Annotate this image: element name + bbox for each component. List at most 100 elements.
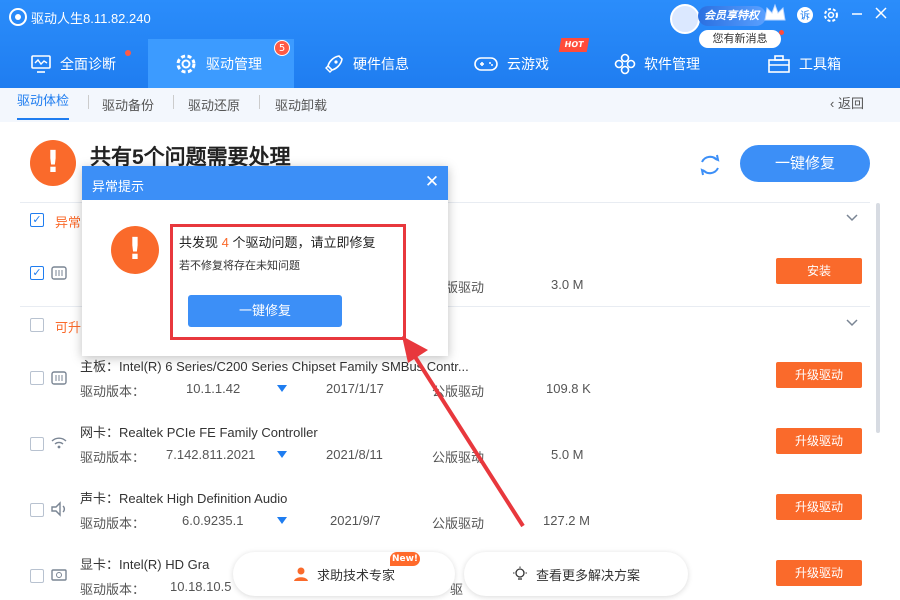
gpu-icon	[51, 569, 67, 581]
avatar-icon[interactable]	[670, 4, 700, 34]
divider	[88, 95, 89, 109]
gamepad-icon	[474, 56, 498, 71]
tab-label: 云游戏	[507, 55, 549, 72]
refresh-icon[interactable]	[695, 150, 725, 180]
device-prefix: 网卡：	[80, 425, 120, 440]
install-button[interactable]: 安装	[776, 258, 862, 284]
row-checkbox[interactable]	[30, 569, 44, 583]
tab-label: 软件管理	[644, 55, 700, 72]
divider	[173, 95, 174, 109]
rocket-icon	[325, 54, 343, 73]
version-label: 驱动版本：	[80, 450, 146, 465]
close-icon[interactable]	[870, 5, 892, 27]
version-label: 驱动版本：	[80, 516, 146, 531]
divider	[259, 95, 260, 109]
row-checkbox[interactable]: ✓	[30, 266, 44, 280]
upgrade-button[interactable]: 升级驱动	[776, 362, 862, 388]
svg-text:诉: 诉	[800, 9, 810, 22]
tab-label: 驱动管理	[206, 55, 262, 72]
speaker-icon	[51, 501, 65, 517]
gear-icon	[176, 54, 196, 73]
pointer-arrow-icon	[402, 336, 525, 528]
lightbulb-icon	[512, 566, 527, 580]
toolbox-icon	[768, 54, 790, 73]
section-checkbox[interactable]	[30, 318, 44, 332]
device-model: Realtek High Definition Audio	[119, 491, 288, 506]
chip-icon	[51, 266, 67, 280]
highlight-box	[170, 224, 406, 340]
expert-help-button[interactable]: 求助技术专家	[233, 552, 455, 596]
driver-date: 2017/1/17	[326, 381, 384, 396]
section-checkbox[interactable]: ✓	[30, 213, 44, 227]
scrollbar[interactable]	[876, 203, 880, 433]
device-prefix: 显卡：	[80, 557, 120, 572]
app-logo-icon	[9, 8, 27, 26]
tab-label: 全面诊断	[60, 55, 116, 72]
device-name: 网卡：Realtek PCIe FE Family Controller	[80, 422, 318, 441]
new-tag: New!	[390, 552, 420, 566]
version-dropdown-icon[interactable]	[277, 451, 287, 458]
version-dropdown-icon[interactable]	[277, 385, 287, 392]
upgrade-button[interactable]: 升级驱动	[776, 494, 862, 520]
wifi-icon	[51, 437, 67, 449]
tab-cloud-game[interactable]: 云游戏	[473, 39, 573, 88]
row-checkbox[interactable]	[30, 371, 44, 385]
app-title: 驱动人生8.11.82.240	[31, 11, 151, 26]
device-name: 声卡：Realtek High Definition Audio	[80, 488, 287, 507]
back-button[interactable]: ‹ 返回	[830, 93, 864, 112]
close-icon[interactable]: ✕	[422, 172, 442, 192]
back-label: 返回	[837, 96, 864, 111]
tab-hardware[interactable]: 硬件信息	[323, 39, 433, 88]
tab-label: 硬件信息	[353, 55, 409, 72]
section-title-upgradable: 可升	[55, 320, 82, 335]
apps-icon	[614, 53, 636, 74]
chevron-down-icon[interactable]	[845, 318, 859, 328]
count-badge: 5	[274, 40, 290, 56]
driver-version: 10.18.10.5	[170, 579, 232, 594]
crown-icon	[764, 3, 786, 21]
tab-diagnose[interactable]: 全面诊断	[30, 39, 148, 88]
sub-nav: 驱动体检 驱动备份 驱动还原 驱动卸载 ‹ 返回	[0, 88, 900, 122]
alert-icon: !	[111, 226, 159, 274]
subtab-check[interactable]: 驱动体检	[17, 90, 70, 120]
device-prefix: 声卡：	[80, 491, 120, 506]
driver-size: 3.0 M	[551, 277, 584, 292]
driver-size: 127.2 M	[543, 513, 590, 528]
grade-icon[interactable]: 诉	[794, 5, 816, 27]
more-solutions-label: 查看更多解决方案	[535, 567, 640, 583]
mainboard-icon	[51, 371, 67, 385]
dialog-title: 异常提示	[92, 179, 145, 194]
subtab-restore[interactable]: 驱动还原	[188, 93, 240, 127]
tab-driver-manage[interactable]: 驱动管理	[148, 39, 294, 88]
hot-tag: HOT	[558, 38, 590, 52]
row-checkbox[interactable]	[30, 437, 44, 451]
device-prefix: 主板：	[80, 359, 120, 374]
dialog-header: 异常提示 ✕	[82, 166, 448, 200]
gear-icon[interactable]	[820, 5, 842, 27]
driver-version: 6.0.9235.1	[182, 513, 244, 528]
alert-icon: !	[30, 140, 76, 186]
version-label: 驱动版本：	[80, 384, 146, 399]
version-label: 驱动版本：	[80, 582, 146, 597]
upgrade-button[interactable]: 升级驱动	[776, 560, 862, 586]
row-checkbox[interactable]	[30, 503, 44, 517]
upgrade-button[interactable]: 升级驱动	[776, 428, 862, 454]
vip-button[interactable]: 会员享特权	[698, 6, 766, 26]
device-model: Intel(R) HD Gra	[119, 557, 210, 572]
tab-software[interactable]: 软件管理	[614, 39, 724, 88]
subtab-backup[interactable]: 驱动备份	[102, 93, 154, 127]
monitor-icon	[31, 54, 51, 73]
fix-all-button[interactable]: 一键修复	[740, 145, 870, 182]
more-solutions-button[interactable]: 查看更多解决方案	[464, 552, 688, 596]
tab-toolbox[interactable]: 工具箱	[767, 39, 867, 88]
driver-size: 5.0 M	[551, 447, 584, 462]
driver-size: 109.8 K	[546, 381, 591, 396]
device-name: 显卡：Intel(R) HD Gra	[80, 554, 209, 573]
chevron-down-icon[interactable]	[845, 213, 859, 223]
minimize-icon[interactable]	[846, 5, 868, 27]
subtab-uninstall[interactable]: 驱动卸载	[275, 93, 327, 127]
driver-version: 10.1.1.42	[186, 381, 241, 396]
expert-help-label: 求助技术专家	[316, 567, 395, 583]
version-dropdown-icon[interactable]	[277, 517, 287, 524]
driver-date: 2021/9/7	[330, 513, 381, 528]
